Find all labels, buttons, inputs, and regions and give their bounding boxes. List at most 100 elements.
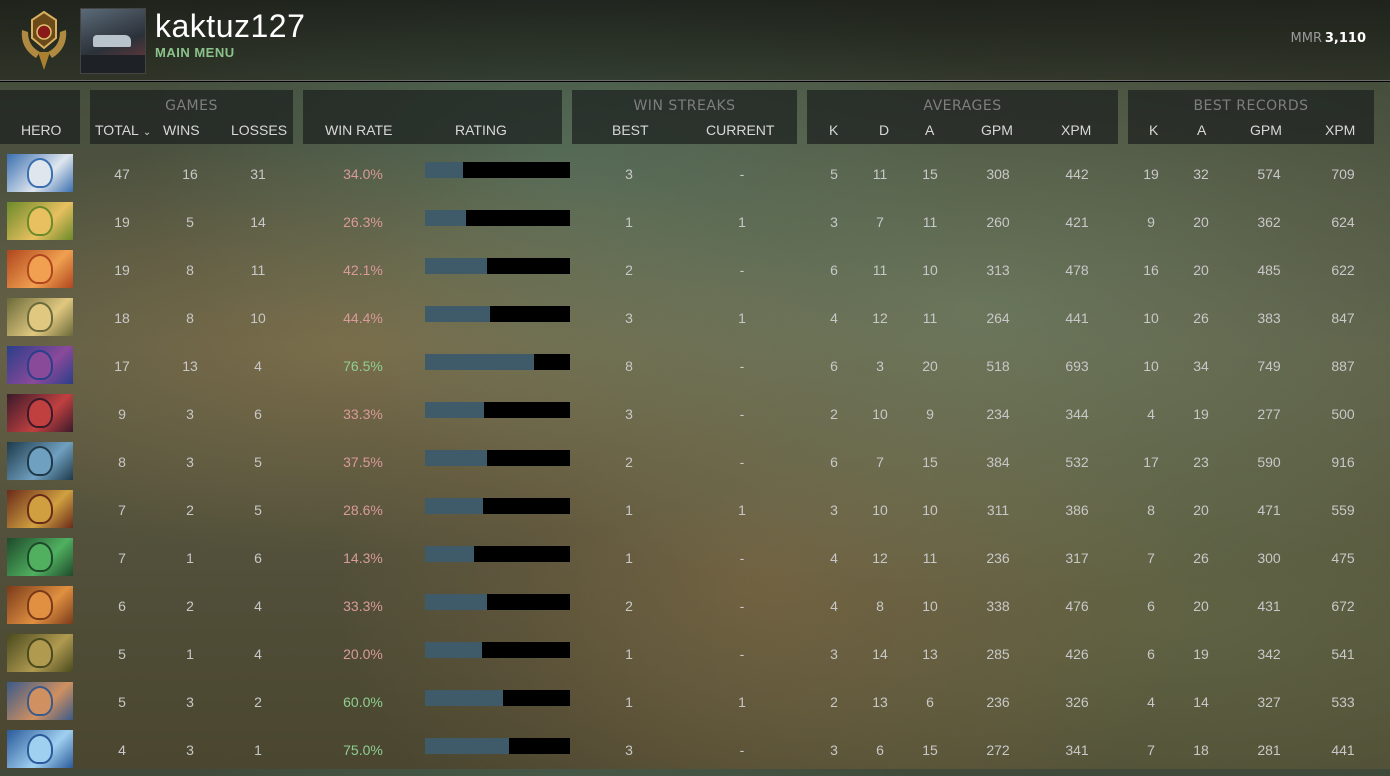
cell-avg-k: 6 — [830, 262, 838, 278]
table-row[interactable]: 17 13 4 76.5% 8 - 6 3 20 518 693 10 34 749 887 — [0, 344, 1390, 392]
sort-descending-icon: ⌄ — [142, 127, 152, 138]
table-row[interactable]: 5 3 2 60.0% 1 1 2 13 6 236 326 4 14 327 533 — [0, 680, 1390, 728]
col-header-xpm[interactable]: XPM — [1061, 122, 1091, 138]
col-header-best[interactable]: BEST — [612, 122, 649, 138]
venomancer-portrait-icon[interactable] — [7, 538, 73, 576]
zeus-portrait-icon[interactable] — [7, 154, 73, 192]
table-row[interactable]: 19 8 11 42.1% 2 - 6 11 10 313 478 16 20 485 622 — [0, 248, 1390, 296]
cell-wins: 16 — [182, 166, 198, 182]
cell-wins: 8 — [186, 262, 194, 278]
cell-avg-a: 13 — [922, 646, 938, 662]
cell-win-rate: 28.6% — [343, 502, 383, 518]
table-row[interactable]: 7 2 5 28.6% 1 1 3 10 10 311 386 8 20 471 559 — [0, 488, 1390, 536]
games-header-panel: GAMES TOTAL ⌄ WINS LOSSES — [90, 90, 293, 144]
omniknight-portrait-icon[interactable] — [7, 298, 73, 336]
col-header-gpm[interactable]: GPM — [981, 122, 1013, 138]
crystal-maiden-portrait-icon[interactable] — [7, 730, 73, 768]
cell-record-gpm: 383 — [1257, 310, 1281, 326]
cell-avg-xpm: 317 — [1065, 550, 1089, 566]
col-header-record-xpm[interactable]: XPM — [1325, 122, 1355, 138]
table-row[interactable]: 5 1 4 20.0% 1-3 14 13 285 426 6 19 342 541 — [0, 632, 1390, 680]
col-header-record-gpm[interactable]: GPM — [1250, 122, 1282, 138]
cell-avg-d: 11 — [872, 262, 888, 278]
cell-record-gpm: 342 — [1257, 646, 1281, 662]
cell-win-rate: 75.0% — [343, 742, 383, 758]
group-title-averages: AVERAGES — [923, 98, 1002, 114]
cell-total: 19 — [114, 214, 130, 230]
col-header-current[interactable]: CURRENT — [706, 122, 774, 138]
cell-losses: 11 — [250, 262, 266, 278]
pudge-portrait-icon[interactable] — [7, 634, 73, 672]
cell-record-gpm: 327 — [1257, 694, 1281, 710]
cell-record-gpm: 485 — [1257, 262, 1281, 278]
cell-record-k: 6 — [1147, 646, 1155, 662]
col-header-rating[interactable]: RATING — [455, 122, 507, 138]
streaks-header-panel: WIN STREAKS BEST CURRENT — [572, 90, 797, 144]
username[interactable]: kaktuz127 — [155, 8, 305, 45]
cell-avg-a: 15 — [922, 166, 938, 182]
table-row[interactable]: 6 2 4 33.3% 2 - 4 8 10 338 476 6 20 431 672 — [0, 584, 1390, 632]
rating-bar — [425, 642, 570, 658]
lina-portrait-icon[interactable] — [7, 250, 73, 288]
cell-record-k: 16 — [1143, 262, 1159, 278]
cell-record-gpm: 749 — [1257, 358, 1281, 374]
sniper-portrait-icon[interactable] — [7, 682, 73, 720]
avatar[interactable] — [80, 8, 146, 74]
col-header-k[interactable]: K — [829, 122, 838, 138]
col-header-total[interactable]: TOTAL ⌄ — [95, 122, 151, 138]
windranger-portrait-icon[interactable] — [7, 202, 73, 240]
cell-current-streak: - — [739, 406, 745, 422]
cell-avg-gpm: 260 — [986, 214, 1010, 230]
cell-avg-d: 3 — [876, 358, 884, 374]
rating-bar-fill — [425, 354, 534, 370]
cell-avg-a: 15 — [922, 454, 938, 470]
col-header-record-a[interactable]: A — [1197, 122, 1206, 138]
col-header-record-k[interactable]: K — [1149, 122, 1158, 138]
col-header-win-rate[interactable]: WIN RATE — [325, 122, 392, 138]
rating-bar-fill — [425, 642, 482, 658]
cell-avg-xpm: 426 — [1065, 646, 1089, 662]
cell-wins: 3 — [186, 694, 194, 710]
breadcrumb[interactable]: MAIN MENU — [155, 45, 235, 60]
table-row[interactable]: 7 1 6 14.3% 1 - 4 12 11 236 317 7 26 300 475 — [0, 536, 1390, 584]
cell-avg-xpm: 441 — [1065, 310, 1089, 326]
table-row[interactable]: 8 3 5 37.5% 2 - 6 7 15 384 532 17 23 590 916 — [0, 440, 1390, 488]
shadow-demon-portrait-icon[interactable] — [7, 394, 73, 432]
cell-total: 7 — [118, 550, 126, 566]
table-row[interactable]: 9 3 6 33.3% 3 - 2 10 9 234 344 4 19 277 500 — [0, 392, 1390, 440]
cell-avg-k: 2 — [830, 694, 838, 710]
table-row[interactable]: 47 16 31 34.0% 3 - 5 11 15 308 442 19 32 574 709 — [0, 152, 1390, 200]
col-header-wins[interactable]: WINS — [163, 122, 200, 138]
cell-wins: 5 — [186, 214, 194, 230]
cell-record-gpm: 300 — [1257, 550, 1281, 566]
cell-avg-k: 4 — [830, 310, 838, 326]
rank-medal-icon[interactable] — [16, 8, 72, 72]
cell-avg-xpm: 442 — [1065, 166, 1089, 182]
cell-record-k: 4 — [1147, 694, 1155, 710]
cell-current-streak: - — [739, 358, 745, 374]
cell-avg-a: 20 — [922, 358, 938, 374]
cell-avg-a: 11 — [922, 214, 938, 230]
cell-losses: 2 — [254, 694, 262, 710]
cell-losses: 31 — [250, 166, 266, 182]
batrider-portrait-icon[interactable] — [7, 586, 73, 624]
col-header-a[interactable]: A — [925, 122, 934, 138]
table-row[interactable]: 19 5 14 26.3% 1 1 3 7 11 260 421 9 20 362 624 — [0, 200, 1390, 248]
col-header-losses[interactable]: LOSSES — [231, 122, 287, 138]
rating-bar-fill — [425, 498, 483, 514]
cell-record-xpm: 475 — [1331, 550, 1355, 566]
cell-avg-k: 4 — [830, 550, 838, 566]
rating-bar — [425, 738, 570, 754]
huskar-portrait-icon[interactable] — [7, 490, 73, 528]
col-header-hero[interactable]: HERO — [21, 122, 61, 138]
cell-losses: 4 — [254, 646, 262, 662]
ogre-magi-portrait-icon[interactable] — [7, 346, 73, 384]
table-row[interactable]: 18 8 10 44.4% 3 1 4 12 11 264 441 10 26 383 847 — [0, 296, 1390, 344]
cell-avg-gpm: 518 — [986, 358, 1010, 374]
col-header-d[interactable]: D — [879, 122, 889, 138]
ancient-apparition-portrait-icon[interactable] — [7, 442, 73, 480]
cell-record-a: 20 — [1193, 214, 1209, 230]
rating-bar-fill — [425, 306, 491, 322]
cell-avg-gpm: 264 — [986, 310, 1010, 326]
cell-avg-xpm: 326 — [1065, 694, 1089, 710]
